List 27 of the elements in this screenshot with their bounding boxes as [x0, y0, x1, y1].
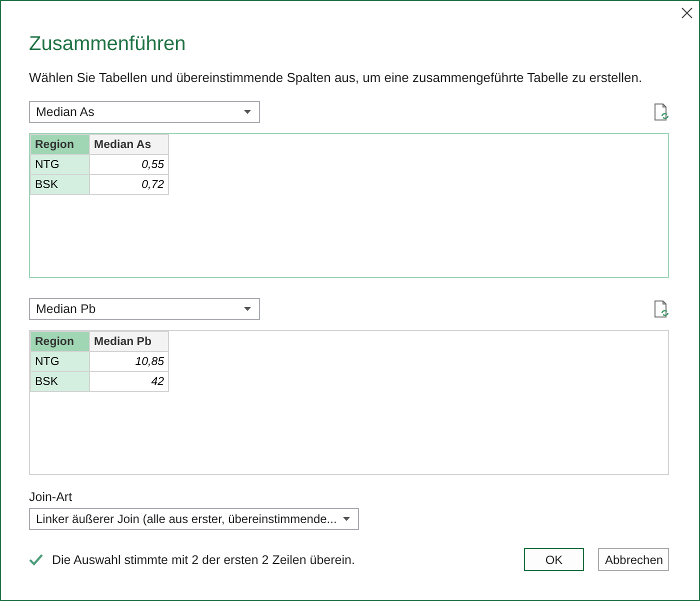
caret-icon	[343, 517, 350, 521]
refresh-icon[interactable]	[654, 300, 669, 318]
window-title: Zusammenführen	[29, 33, 187, 56]
join-type-dropdown[interactable]: Linker äußerer Join (alle aus erster, übereinstimmende...	[29, 508, 359, 530]
table-dropdown[interactable]: Median As	[29, 101, 260, 123]
column-header[interactable]: Median As	[90, 134, 168, 154]
column-header[interactable]: Region	[30, 134, 90, 154]
ok-button[interactable]: OK	[524, 548, 584, 571]
refresh-icon[interactable]	[654, 103, 669, 121]
column-header[interactable]: Region	[30, 332, 90, 352]
column-header[interactable]: Median Pb	[90, 332, 168, 352]
table-cell: 10,85	[90, 352, 168, 372]
table-dropdown[interactable]: Median Pb	[29, 298, 260, 320]
table-cell: 0,72	[90, 174, 168, 194]
cancel-button[interactable]: Abbrechen	[598, 548, 669, 571]
caret-icon	[244, 307, 251, 311]
join-type-label: Join-Art	[29, 490, 74, 504]
table-cell: NTG	[30, 154, 90, 174]
table-cell: BSK	[30, 174, 90, 194]
table-cell: NTG	[30, 352, 90, 372]
description-text: Wählen Sie Tabellen und übereinstimmende Spalten aus, um eine zusammengeführte Tabelle zu erstellen.	[29, 70, 644, 85]
close-icon[interactable]	[681, 7, 693, 19]
caret-icon	[244, 110, 251, 114]
table-cell: BSK	[30, 372, 90, 392]
table-cell: 42	[90, 372, 168, 392]
table-cell: 0,55	[90, 154, 168, 174]
status-message: Die Auswahl stimmte mit 2 der ersten 2 Zeilen überein.	[52, 552, 356, 566]
